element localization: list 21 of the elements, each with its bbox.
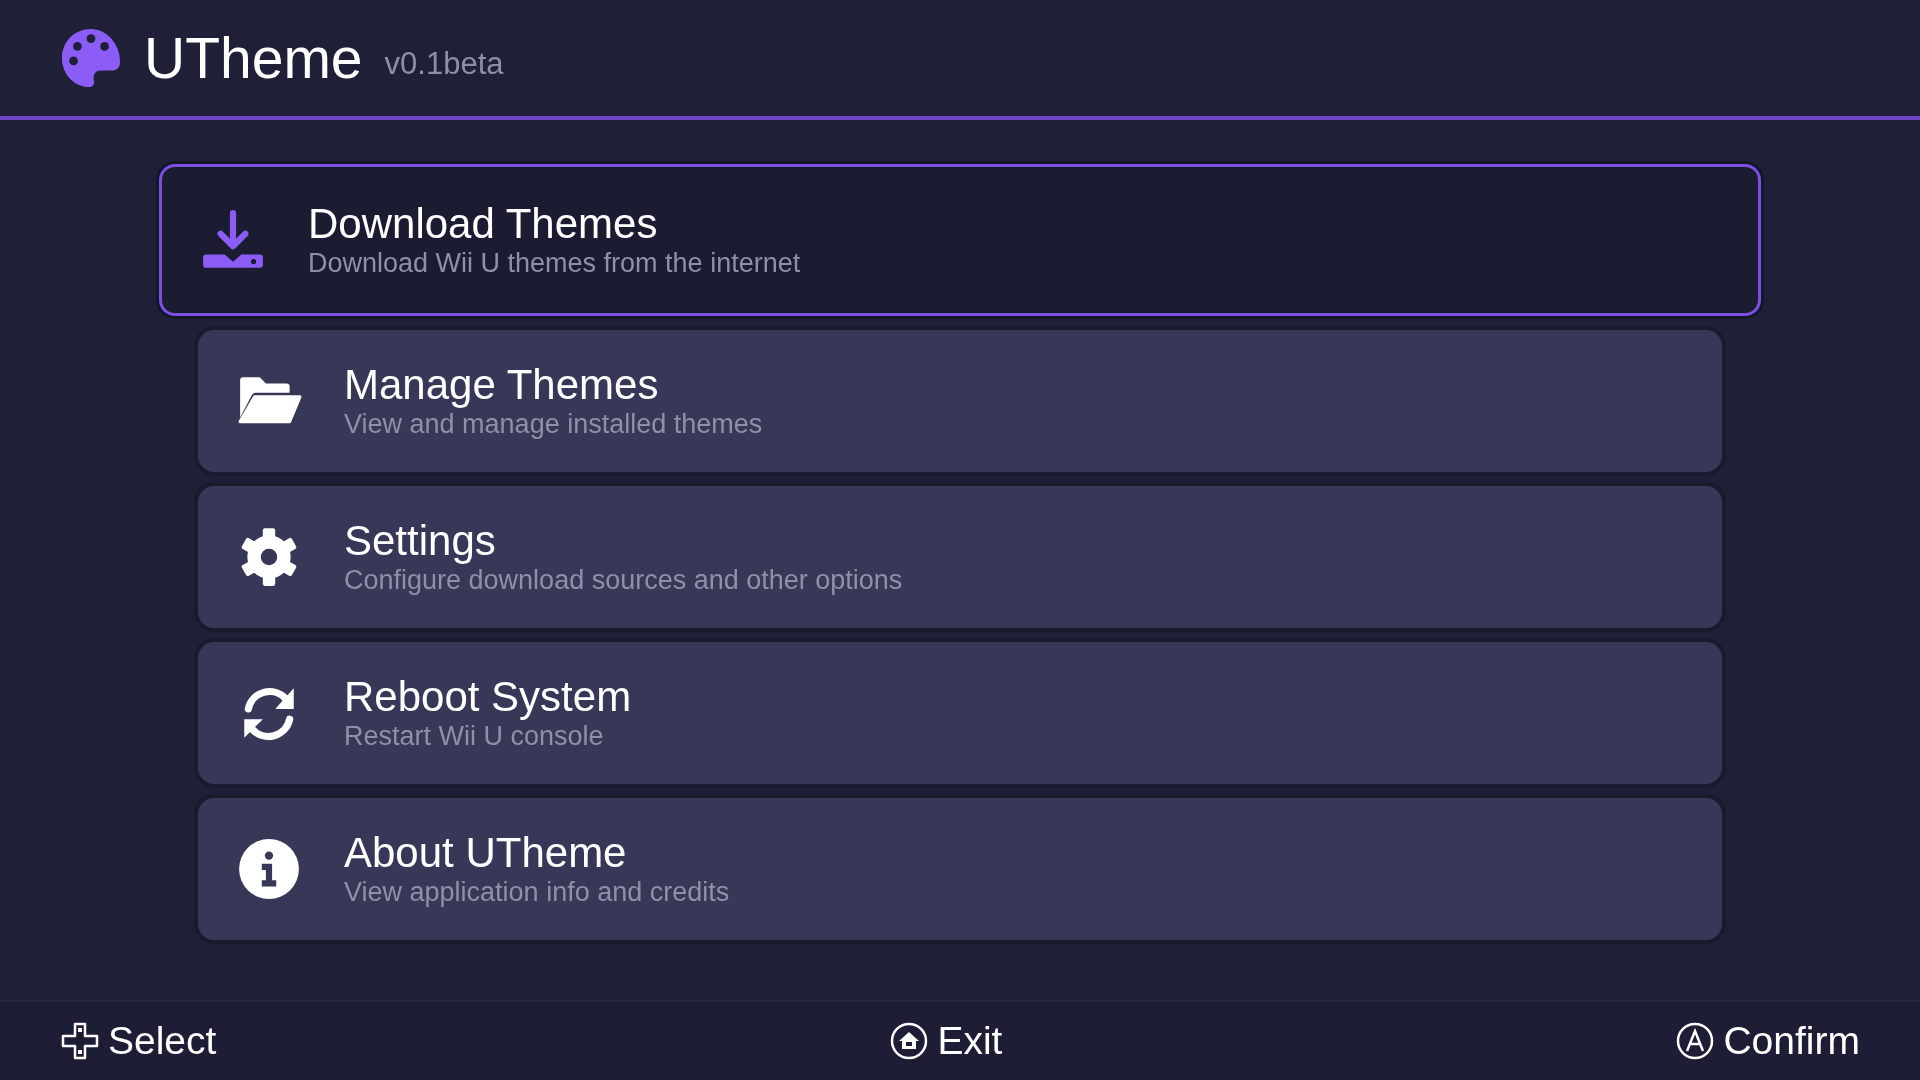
item-title: About UTheme [344,829,628,876]
menu-item[interactable]: Download Themes Download Wii U themes from the internet [159,164,1761,316]
item-description: Configure download sources and other options [344,564,903,597]
item-title: Reboot System [344,673,632,720]
item-title: Manage Themes [344,361,660,408]
button-hint-label: Confirm [1723,1017,1860,1064]
a-button-icon [1675,1021,1716,1061]
item-description: Restart Wii U console [344,720,605,753]
button-hint-label: Exit [937,1017,1003,1064]
item-description: View application info and credits [344,875,730,909]
palette-icon [60,27,122,89]
info-icon [236,836,302,902]
dpad-icon [60,1021,100,1061]
item-title: Download Themes [308,200,659,247]
app-title: UTheme [144,29,363,87]
item-description: Download Wii U themes from the internet [308,246,801,280]
item-title: Settings [344,517,497,564]
home-button-icon [889,1021,930,1061]
button-hint-label: Select [108,1017,217,1064]
item-description: View and manage installed themes [344,408,763,441]
version-label: v0.1beta [384,44,504,83]
